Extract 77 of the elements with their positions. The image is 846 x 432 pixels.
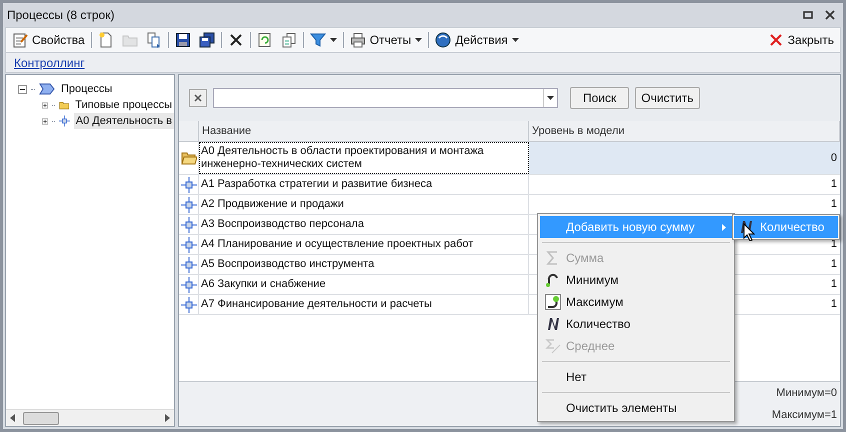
expand-icon[interactable]: [42, 100, 48, 110]
filter-icon: [310, 32, 326, 48]
menu-item[interactable]: Нет: [540, 366, 732, 388]
curved-arrow-icon: [545, 272, 561, 288]
table-cell-text: 1: [830, 257, 837, 272]
node-icon: [180, 256, 196, 272]
menu-item[interactable]: Очистить элементы: [540, 397, 732, 419]
clear-filter-button[interactable]: [189, 89, 207, 107]
search-field[interactable]: [213, 88, 558, 108]
scroll-right-icon[interactable]: [165, 414, 170, 422]
scrollbar-thumb[interactable]: [23, 412, 59, 424]
horizontal-scrollbar[interactable]: [6, 409, 174, 426]
table-cell: А4 Планирование и осуществление проектных работ: [199, 235, 529, 254]
refresh-icon: [256, 32, 273, 48]
toolbar-button[interactable]: Свойства: [10, 30, 87, 50]
menu-item[interactable]: Максимум: [540, 291, 732, 313]
submenu-arrow-icon: [722, 224, 726, 230]
sigma-n-icon: [545, 338, 561, 354]
node-icon: [58, 113, 70, 129]
toolbar-icon-button[interactable]: [196, 30, 217, 50]
close-icon[interactable]: [825, 10, 835, 20]
search-button[interactable]: Поиск: [570, 87, 630, 109]
node-icon: [180, 296, 196, 312]
table-cell: А0 Деятельность в области проектирования и монтажа инженерно-технических систем: [199, 142, 529, 174]
printer-icon: [350, 32, 366, 48]
table-cell: А7 Финансирование деятельности и расчеты: [199, 295, 529, 314]
summary-value: Минимум=0: [776, 386, 837, 401]
table-cell: А1 Разработка стратегии и развитие бизнеса: [199, 175, 529, 194]
breadcrumb-link[interactable]: Контроллинг: [14, 54, 85, 72]
node-icon: [180, 276, 196, 292]
process-arrow-icon: [39, 81, 55, 97]
caret-icon: [330, 38, 337, 42]
table-cell-text: 0: [830, 150, 837, 166]
pages-icon: [280, 32, 297, 48]
node-icon: [180, 236, 196, 252]
mouse-pointer-icon: [743, 223, 755, 241]
caret-icon: [415, 38, 422, 42]
column-header[interactable]: Название: [199, 121, 529, 141]
table-cell-text: 1: [830, 297, 837, 312]
table-cell-text: 1: [830, 277, 837, 292]
clear-button[interactable]: Очистить: [635, 87, 700, 109]
summary-value: Максимум=1: [772, 408, 837, 423]
notepad-icon: [12, 32, 28, 48]
node-icon: [180, 176, 196, 192]
tree-item[interactable]: Процессы: [59, 80, 114, 98]
tree-item[interactable]: Типовые процессы: [73, 96, 174, 114]
letter-n-icon: [545, 316, 561, 332]
close-button[interactable]: Закрыть: [766, 31, 836, 49]
menu-item[interactable]: Количество: [540, 313, 732, 335]
tree-item[interactable]: А0 Деятельность в: [74, 112, 174, 130]
window-title: Процессы (8 строк): [7, 7, 116, 24]
open-folder-icon: [180, 150, 196, 166]
close-icon: [768, 32, 784, 48]
table-cell: А3 Воспроизводство персонала: [199, 215, 529, 234]
maximize-icon[interactable]: [803, 10, 813, 20]
table-cell: А5 Воспроизводство инструмента: [199, 255, 529, 274]
column-header[interactable]: Уровень в модели: [529, 121, 840, 141]
close-icon: [228, 32, 244, 48]
documents-icon: [146, 32, 162, 48]
node-icon: [180, 196, 196, 212]
collapse-icon[interactable]: [18, 84, 27, 94]
node-icon: [180, 216, 196, 232]
clear-icon: [194, 94, 202, 102]
caret-icon: [547, 96, 554, 100]
table-cell: А6 Закупки и снабжение: [199, 275, 529, 294]
menu-item[interactable]: Минимум: [540, 269, 732, 291]
new-document-icon: [98, 32, 114, 48]
toolbar-button[interactable]: Отчеты: [348, 30, 424, 50]
globe-icon: [435, 32, 452, 48]
table-cell-text: 1: [830, 197, 837, 212]
caret-icon: [512, 38, 519, 42]
expand-icon[interactable]: [42, 116, 48, 126]
scroll-left-icon[interactable]: [10, 414, 15, 422]
table-cell: А2 Продвижение и продажи: [199, 195, 529, 214]
table-cell-text: 1: [830, 177, 837, 192]
floppy-disks-icon: [198, 32, 215, 48]
toolbar-button[interactable]: Действия: [433, 30, 521, 50]
